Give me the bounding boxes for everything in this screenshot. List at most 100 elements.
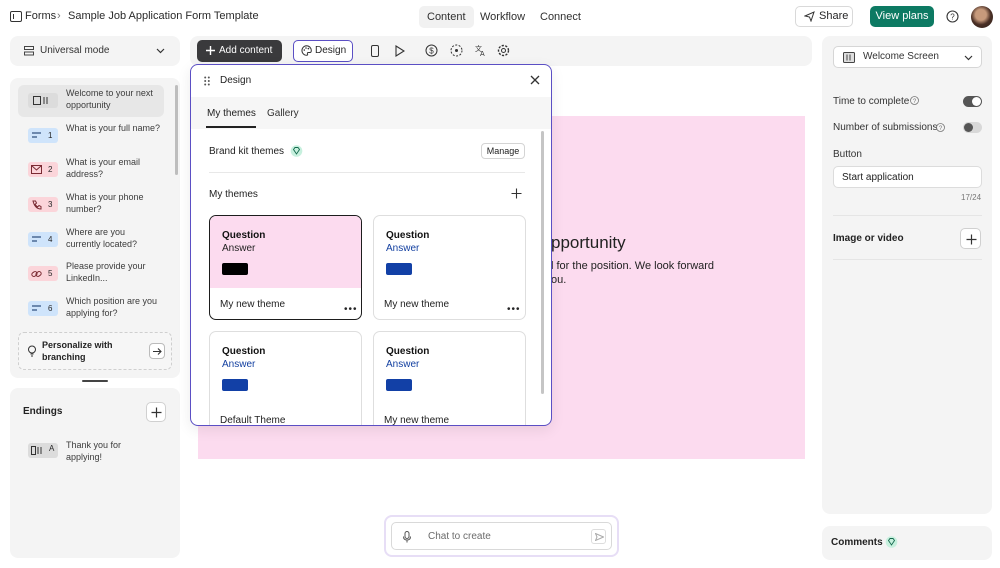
send-icon[interactable] bbox=[591, 529, 606, 544]
welcome-screen-icon bbox=[843, 52, 855, 63]
add-media-button[interactable] bbox=[960, 228, 981, 249]
screen-type-label: Welcome Screen bbox=[863, 51, 939, 62]
question-number: 6 bbox=[48, 304, 53, 313]
my-themes-label: My themes bbox=[209, 189, 258, 200]
mobile-preview-icon[interactable] bbox=[371, 45, 379, 57]
tab-gallery[interactable]: Gallery bbox=[267, 108, 299, 119]
mode-selector[interactable]: Universal mode bbox=[10, 36, 180, 66]
ending-label[interactable]: Thank you for applying! bbox=[66, 440, 136, 463]
drag-handle-icon[interactable] bbox=[204, 76, 210, 86]
share-icon bbox=[804, 11, 815, 22]
theme-name: My new theme bbox=[384, 415, 450, 426]
theme-answer-text: Answer bbox=[386, 359, 420, 370]
sidebar-item-welcome[interactable]: Welcome to your next opportunity bbox=[18, 85, 164, 117]
theme-answer-text: Answer bbox=[222, 243, 256, 254]
design-button[interactable]: Design bbox=[293, 40, 353, 62]
plus-icon bbox=[966, 234, 977, 245]
chat-placeholder: Chat to create bbox=[428, 531, 491, 542]
theme-card[interactable]: Question Answer My new theme ••• bbox=[373, 215, 526, 320]
palette-icon bbox=[301, 45, 312, 56]
comments-label: Comments bbox=[831, 537, 883, 548]
link-icon: 5 bbox=[28, 266, 58, 281]
resize-handle[interactable] bbox=[82, 380, 108, 382]
gem-icon bbox=[290, 145, 303, 157]
sidebar-item-label: What is your full name? bbox=[66, 123, 161, 133]
add-theme-icon[interactable] bbox=[511, 188, 522, 199]
sidebar-item-label: What is your phone number? bbox=[66, 192, 144, 214]
avatar[interactable] bbox=[971, 6, 993, 28]
sidebar-item-question-6[interactable]: 6 Which position are you applying for? bbox=[18, 293, 164, 325]
help-icon[interactable]: ? bbox=[946, 10, 959, 23]
ending-badge: A bbox=[49, 444, 55, 453]
theme-card[interactable]: Question Answer My new theme ••• bbox=[209, 215, 362, 320]
manage-button[interactable]: Manage bbox=[481, 143, 525, 159]
question-number: 2 bbox=[48, 165, 53, 174]
svg-text:$: $ bbox=[429, 46, 434, 55]
sidebar-item-question-5[interactable]: 5 Please provide your LinkedIn... bbox=[18, 258, 164, 290]
breadcrumb-forms[interactable]: Forms bbox=[25, 10, 56, 22]
tab-content[interactable]: Content bbox=[419, 6, 474, 28]
microphone-icon[interactable] bbox=[403, 531, 411, 543]
view-plans-button[interactable]: View plans bbox=[870, 6, 934, 27]
sidebar-item-question-1[interactable]: 1 What is your full name? bbox=[18, 120, 164, 152]
theme-button-swatch bbox=[386, 379, 412, 391]
gear-icon[interactable] bbox=[497, 44, 510, 57]
chat-input[interactable]: Chat to create bbox=[391, 522, 612, 550]
info-icon[interactable]: ? bbox=[936, 123, 945, 132]
short-text-icon: 1 bbox=[28, 128, 58, 143]
mode-label: Universal mode bbox=[40, 45, 110, 56]
question-number: 1 bbox=[48, 131, 53, 140]
theme-question-text: Question bbox=[386, 346, 430, 357]
sidebar-item-label: Welcome to your next opportunity bbox=[66, 88, 153, 110]
breadcrumb-form-title[interactable]: Sample Job Application Form Template bbox=[68, 10, 259, 22]
branching-card[interactable]: Personalize with branching bbox=[18, 332, 172, 370]
gem-icon bbox=[885, 536, 898, 548]
close-icon[interactable] bbox=[530, 75, 540, 85]
sidebar-scrollbar[interactable] bbox=[175, 85, 178, 175]
theme-button-swatch bbox=[222, 263, 248, 275]
comments-panel[interactable]: Comments bbox=[822, 526, 992, 560]
arrow-right-icon[interactable] bbox=[149, 343, 165, 359]
button-text-input[interactable]: Start application bbox=[833, 166, 982, 188]
design-label: Design bbox=[315, 45, 347, 56]
translate-icon[interactable]: 文A bbox=[474, 44, 487, 57]
add-ending-button[interactable] bbox=[146, 402, 166, 422]
time-to-complete-label: Time to complete bbox=[833, 96, 910, 107]
plus-icon bbox=[151, 407, 162, 418]
tab-my-themes[interactable]: My themes bbox=[207, 108, 256, 119]
sidebar-item-question-4[interactable]: 4 Where are you currently located? bbox=[18, 224, 164, 256]
svg-text:A: A bbox=[480, 51, 485, 57]
more-options-icon[interactable]: ••• bbox=[507, 304, 521, 315]
char-count: 17/24 bbox=[961, 193, 982, 202]
design-panel-scrollbar[interactable] bbox=[541, 131, 544, 394]
svg-text:?: ? bbox=[950, 13, 955, 22]
share-button[interactable]: Share bbox=[795, 6, 853, 27]
submissions-toggle[interactable] bbox=[963, 122, 982, 133]
theme-name: Default Theme bbox=[220, 415, 286, 426]
endings-panel: Endings A Thank you for applying! bbox=[10, 388, 180, 558]
question-number: 3 bbox=[48, 200, 53, 209]
currency-icon[interactable]: $ bbox=[425, 44, 438, 57]
play-icon[interactable] bbox=[395, 45, 405, 57]
theme-card[interactable]: Question Answer My new theme bbox=[373, 331, 526, 426]
divider bbox=[833, 259, 982, 260]
plus-icon bbox=[206, 46, 215, 55]
sidebar-item-question-3[interactable]: 3 What is your phone number? bbox=[18, 189, 164, 221]
time-to-complete-toggle[interactable] bbox=[963, 96, 982, 107]
sidebar-item-label: What is your email address? bbox=[66, 157, 141, 179]
info-icon[interactable]: ? bbox=[910, 96, 919, 105]
add-content-button[interactable]: Add content bbox=[197, 40, 282, 62]
theme-card[interactable]: Question Answer Default Theme bbox=[209, 331, 362, 426]
tab-connect[interactable]: Connect bbox=[532, 6, 589, 28]
button-text-value: Start application bbox=[842, 172, 914, 183]
forms-icon[interactable] bbox=[10, 11, 22, 22]
more-options-icon[interactable]: ••• bbox=[344, 304, 358, 315]
tab-workflow[interactable]: Workflow bbox=[472, 6, 533, 28]
tab-active-indicator bbox=[206, 126, 256, 128]
sidebar-item-question-2[interactable]: 2 What is your email address? bbox=[18, 154, 164, 186]
settings-panel bbox=[822, 36, 992, 514]
theme-answer-text: Answer bbox=[222, 359, 256, 370]
screen-type-select[interactable]: Welcome Screen bbox=[833, 46, 982, 68]
add-content-label: Add content bbox=[219, 45, 273, 56]
logic-icon[interactable] bbox=[450, 44, 463, 57]
